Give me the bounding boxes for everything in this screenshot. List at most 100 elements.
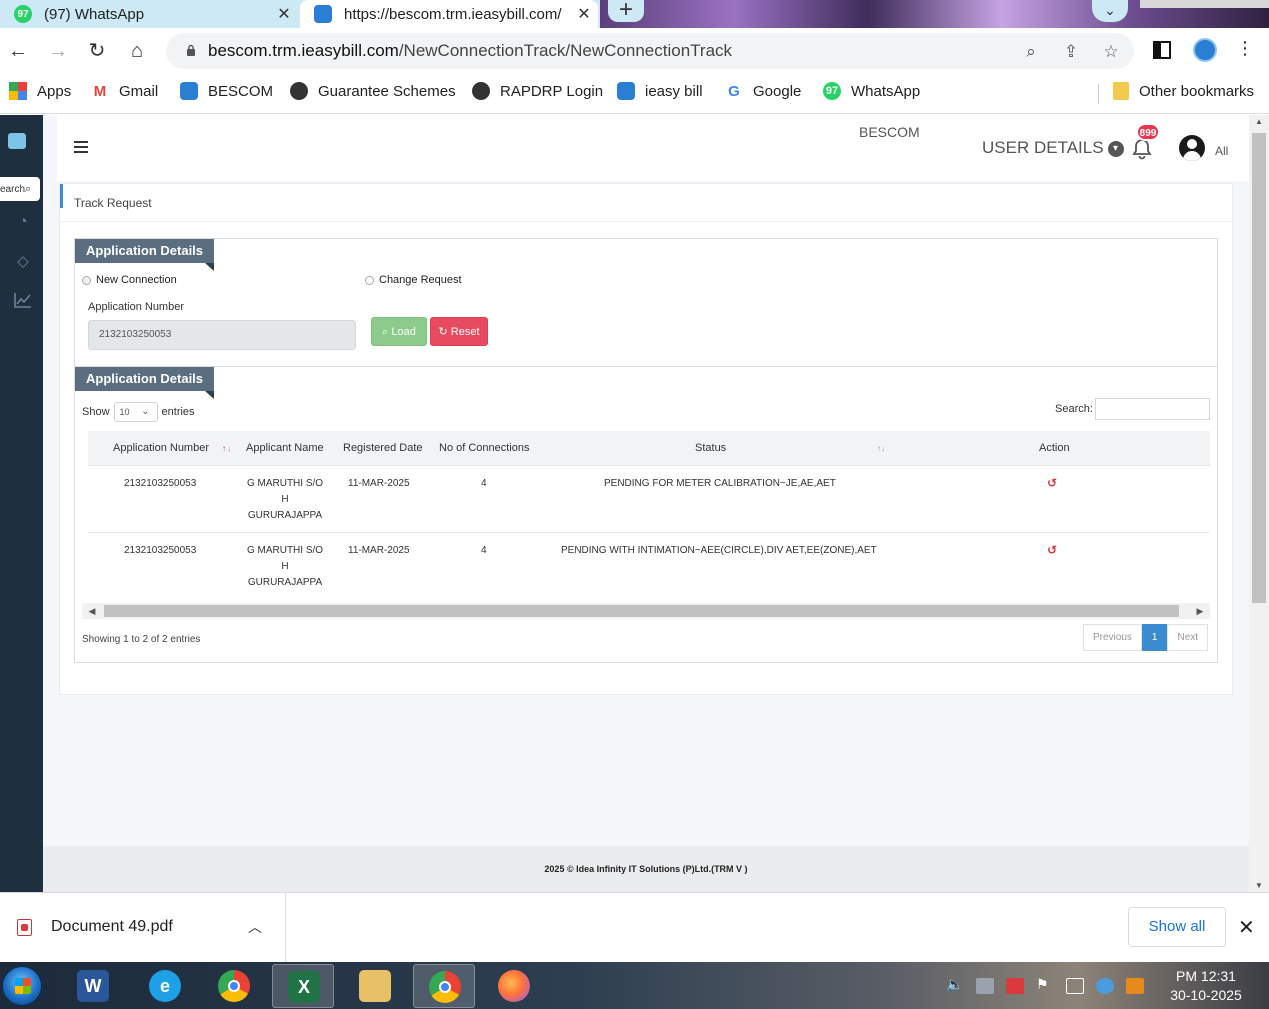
bookmark-ieasy-bill[interactable]: ieasy bill	[617, 82, 703, 100]
close-tab-icon[interactable]: ✕	[570, 4, 598, 24]
taskbar-file-explorer[interactable]	[344, 964, 406, 1008]
scroll-down-arrow-icon[interactable]: ▼	[1249, 881, 1269, 890]
browser-menu-icon[interactable]: ⋮	[1236, 38, 1254, 59]
scroll-right-arrow-icon[interactable]: ▶	[1192, 603, 1208, 619]
google-icon: G	[725, 82, 743, 100]
network-icon[interactable]	[1066, 978, 1084, 994]
web-page: earch⌕ ◔ ◇ BESCOM USER DETAILS ▾ 899 All …	[0, 115, 1269, 892]
table-search-label: Search:	[1055, 403, 1093, 415]
hamburger-menu-icon[interactable]	[74, 141, 88, 153]
horizontal-scrollbar[interactable]: ◀ ▶	[82, 603, 1210, 619]
tab-bescom[interactable]: https://bescom.trm.ieasybill.com/ ✕	[300, 0, 598, 28]
taskbar-chrome-active[interactable]	[413, 964, 475, 1008]
bookmark-whatsapp[interactable]: 97 WhatsApp	[823, 82, 920, 100]
taskbar-chrome[interactable]	[203, 964, 265, 1008]
dashboard-gauge-icon[interactable]: ◔	[14, 213, 32, 231]
column-header-registered-date[interactable]: Registered Date	[343, 431, 423, 466]
share-icon[interactable]: ⇪	[1060, 41, 1082, 63]
scroll-up-arrow-icon[interactable]: ▲	[1249, 117, 1269, 126]
user-details-dropdown[interactable]: USER DETAILS ▾	[982, 138, 1124, 158]
back-arrow-icon[interactable]: ←	[5, 38, 31, 64]
download-item[interactable]: Document 49.pdf ︿	[0, 893, 286, 963]
column-header-status[interactable]: Status	[695, 431, 726, 466]
vertical-scrollbar[interactable]: ▲ ▼	[1249, 115, 1269, 892]
track-history-icon[interactable]: ↺	[1047, 543, 1057, 557]
tray-app-icon[interactable]	[976, 978, 994, 994]
load-button[interactable]: ⌕ Load	[371, 317, 427, 346]
tab-search-chevron-icon[interactable]: ⌄	[1092, 0, 1128, 22]
tab-whatsapp[interactable]: 97 (97) WhatsApp ✕	[0, 0, 298, 28]
close-tab-icon[interactable]: ✕	[270, 4, 298, 24]
radio-change-request[interactable]: Change Request	[365, 274, 462, 286]
internet-explorer-icon: e	[149, 970, 181, 1002]
column-header-application-number[interactable]: Application Number	[113, 431, 209, 466]
user-avatar-icon[interactable]	[1179, 135, 1205, 161]
windows-taskbar: W e X 🔈 ⚑ PM 12:31 30-10-2025	[0, 962, 1269, 1009]
show-all-downloads-button[interactable]: Show all	[1128, 907, 1226, 947]
breadcrumb-accent	[60, 184, 63, 208]
user-label: All	[1215, 144, 1229, 158]
next-page-button[interactable]: Next	[1167, 624, 1209, 651]
app-logo-icon[interactable]	[8, 133, 26, 149]
table-search-input[interactable]	[1095, 398, 1210, 420]
sidepanel-icon[interactable]	[1152, 40, 1172, 65]
bookmark-other[interactable]: Other bookmarks	[1113, 82, 1254, 100]
chevron-up-icon[interactable]: ︿	[248, 917, 262, 937]
bookmark-gmail[interactable]: M Gmail	[91, 82, 158, 100]
sort-both-icon[interactable]: ↑↓	[877, 444, 885, 453]
chevron-down-icon: ⌄	[141, 406, 150, 417]
bookmark-rapdrp-login[interactable]: RAPDRP Login	[472, 82, 603, 100]
java-icon[interactable]	[1126, 978, 1144, 994]
new-tab-button[interactable]: +	[608, 0, 644, 22]
forward-arrow-icon[interactable]: →	[45, 38, 71, 64]
start-button[interactable]	[2, 966, 42, 1006]
bookmarks-bar: Apps M Gmail BESCOM Guarantee Schemes RA…	[0, 74, 1269, 114]
column-header-applicant-name[interactable]: Applicant Name	[246, 431, 324, 466]
anydesk-icon[interactable]	[1006, 978, 1024, 994]
sort-desc-icon[interactable]: ↓	[227, 444, 231, 453]
taskbar-clock[interactable]: PM 12:31 30-10-2025	[1164, 967, 1248, 1005]
taskbar-firefox[interactable]	[483, 964, 545, 1008]
address-bar[interactable]: bescom.trm.ieasybill.com/NewConnectionTr…	[166, 33, 1134, 69]
home-icon[interactable]: ⌂	[124, 38, 150, 64]
scrollbar-thumb[interactable]	[104, 605, 1179, 617]
page-size-select[interactable]: 10 ⌄	[113, 402, 158, 422]
previous-page-button[interactable]: Previous	[1083, 624, 1142, 651]
taskbar-excel[interactable]: X	[272, 964, 334, 1008]
scroll-left-arrow-icon[interactable]: ◀	[84, 603, 100, 619]
bookmark-apps[interactable]: Apps	[9, 82, 71, 100]
bescom-favicon-icon	[314, 5, 332, 23]
bookmark-separator	[1098, 84, 1099, 104]
tag-icon[interactable]: ◇	[14, 252, 32, 270]
track-history-icon[interactable]: ↺	[1047, 476, 1057, 490]
page-1-button[interactable]: 1	[1141, 624, 1168, 651]
profile-avatar-icon[interactable]	[1193, 38, 1217, 62]
bookmark-bescom[interactable]: BESCOM	[180, 82, 273, 100]
globe-icon[interactable]	[1096, 978, 1114, 994]
flag-icon[interactable]: ⚑	[1036, 976, 1054, 992]
search-icon: ⌕	[25, 183, 32, 195]
column-header-connections[interactable]: No of Connections	[439, 431, 530, 466]
sort-asc-icon[interactable]: ↑	[222, 444, 226, 453]
close-icon[interactable]: ✕	[1238, 915, 1255, 940]
bookmark-star-icon[interactable]: ☆	[1100, 41, 1122, 63]
line-chart-icon[interactable]	[14, 292, 32, 310]
bookmark-guarantee-schemes[interactable]: Guarantee Schemes	[290, 82, 456, 100]
taskbar-internet-explorer[interactable]: e	[134, 964, 196, 1008]
bescom-icon	[180, 82, 198, 100]
radio-new-connection[interactable]: New Connection	[82, 274, 177, 286]
reload-icon[interactable]: ↻	[84, 38, 110, 64]
window-controls[interactable]	[1140, 0, 1269, 8]
cell-applicant-name: G MARUTHI S/O H GURURAJAPPA	[246, 545, 324, 588]
cell-registered-date: 11-MAR-2025	[348, 478, 410, 489]
cell-application-number: 2132103250053	[124, 545, 197, 556]
zoom-icon[interactable]: ⌕	[1020, 41, 1042, 63]
volume-icon[interactable]: 🔈	[946, 976, 964, 992]
sidebar-search-input[interactable]: earch⌕	[0, 177, 40, 201]
bookmark-google[interactable]: G Google	[725, 82, 801, 100]
url-text: bescom.trm.ieasybill.com/NewConnectionTr…	[208, 41, 733, 60]
reset-button[interactable]: ↻ Reset	[430, 317, 488, 346]
application-number-input[interactable]: 2132103250053	[88, 320, 356, 350]
taskbar-word[interactable]: W	[62, 964, 124, 1008]
scrollbar-thumb[interactable]	[1252, 133, 1266, 603]
